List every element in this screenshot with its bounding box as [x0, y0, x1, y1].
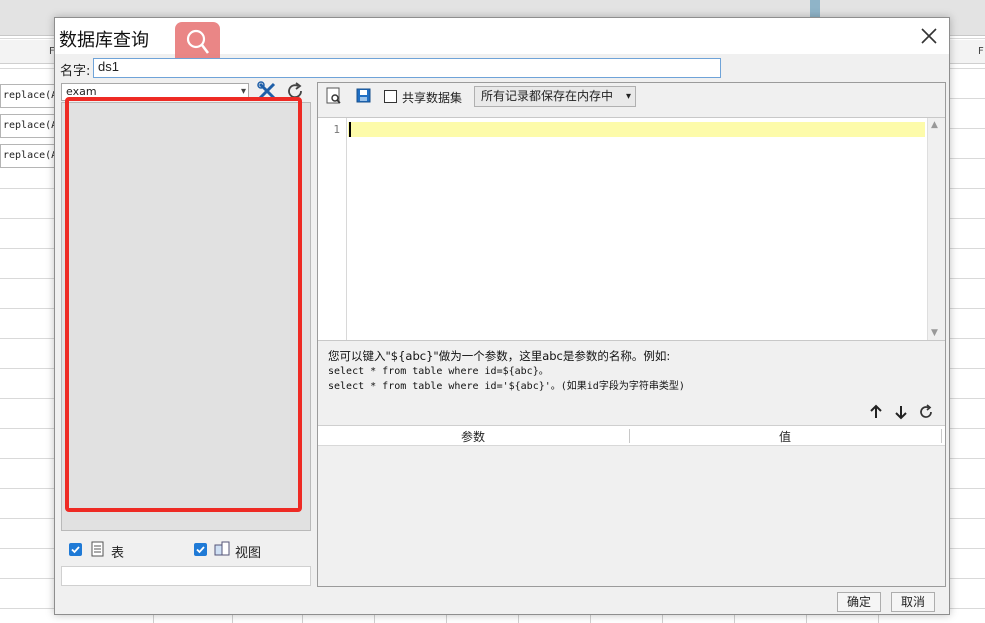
memory-mode-value: 所有记录都保存在内存中: [481, 89, 614, 103]
left-panel: exam ▾ 表 视图: [60, 80, 312, 588]
cancel-button[interactable]: 取消: [891, 592, 935, 612]
scroll-down-icon[interactable]: ▼: [931, 328, 938, 338]
editor-scrollbar[interactable]: ▲ ▼: [927, 118, 945, 340]
hint-line: select * from table where id=${abc}。: [328, 366, 549, 377]
view-checkbox-label: 视图: [235, 546, 262, 561]
share-dataset-label: 共享数据集: [402, 91, 463, 105]
toolbar-accent: [810, 0, 820, 18]
checkmark-icon: [71, 546, 80, 554]
table-checkbox[interactable]: [69, 543, 82, 556]
preview-icon[interactable]: [324, 86, 344, 106]
name-input[interactable]: ds1: [93, 58, 721, 78]
formula-cell[interactable]: replace(A: [0, 84, 56, 108]
memory-mode-select[interactable]: 所有记录都保存在内存中 ▾: [474, 86, 636, 107]
database-query-dialog: 数据库查询 名字: ds1 exam ▾ 表 视图 共享数据集 所有记录都保存在…: [54, 17, 950, 615]
formula-cell[interactable]: replace(A: [0, 144, 56, 168]
checkmark-icon: [196, 546, 205, 554]
arrow-up-icon[interactable]: [867, 403, 885, 421]
database-select-value: exam: [66, 85, 97, 98]
share-dataset-checkbox[interactable]: [384, 90, 397, 103]
chevron-down-icon: ▾: [240, 86, 246, 97]
chevron-down-icon: ▾: [625, 91, 631, 102]
sql-editor[interactable]: 1 ▲ ▼: [318, 117, 945, 341]
refresh-icon: [288, 82, 302, 99]
save-query-icon[interactable]: [354, 86, 374, 106]
filter-checkbox-row: 表 视图: [61, 538, 311, 564]
refresh-icon[interactable]: [917, 403, 935, 421]
parameter-hint: 您可以键入"${abc}"做为一个参数，这里abc是参数的名称。例如: selec…: [328, 349, 938, 394]
ok-button[interactable]: 确定: [837, 592, 881, 612]
column-separator: [941, 429, 942, 443]
view-checkbox[interactable]: [194, 543, 207, 556]
view-icon: [214, 541, 230, 556]
hint-line: select * from table where id='${abc}'。(如…: [328, 381, 685, 392]
formula-cell[interactable]: replace(A: [0, 114, 56, 138]
column-header-param[interactable]: 参数: [318, 428, 628, 445]
table-tree[interactable]: [61, 102, 311, 531]
scroll-up-icon[interactable]: ▲: [931, 120, 938, 130]
parameter-toolbar: [867, 403, 939, 423]
refresh-button[interactable]: [284, 80, 306, 102]
dialog-title: 数据库查询: [59, 30, 149, 51]
line-number-gutter: 1: [318, 118, 347, 340]
hint-line: 您可以键入"${abc}"做为一个参数，这里abc是参数的名称。例如:: [328, 349, 671, 363]
sql-panel: 共享数据集 所有记录都保存在内存中 ▾ 1 ▲ ▼ 您可以键入"${abc}"做…: [317, 82, 946, 587]
name-label: 名字:: [60, 64, 91, 79]
parameter-table: 参数 值: [318, 425, 945, 586]
search-icon: [186, 29, 210, 54]
current-line-highlight: [348, 122, 925, 137]
database-select[interactable]: exam ▾: [61, 83, 249, 101]
parameter-table-header: 参数 值: [318, 426, 945, 446]
line-number: 1: [333, 123, 340, 136]
column-header-value[interactable]: 值: [630, 428, 940, 445]
close-button[interactable]: [917, 24, 941, 48]
table-filter-input[interactable]: [61, 566, 311, 586]
text-caret: [349, 122, 351, 137]
tools-icon: [257, 81, 276, 100]
database-config-button[interactable]: [256, 80, 278, 102]
sql-toolbar: 共享数据集 所有记录都保存在内存中 ▾: [318, 83, 945, 109]
close-icon: [921, 28, 937, 44]
table-icon: [91, 541, 104, 557]
column-header-f-right: F: [978, 46, 984, 57]
table-checkbox-label: 表: [111, 546, 125, 561]
arrow-down-icon[interactable]: [892, 403, 910, 421]
